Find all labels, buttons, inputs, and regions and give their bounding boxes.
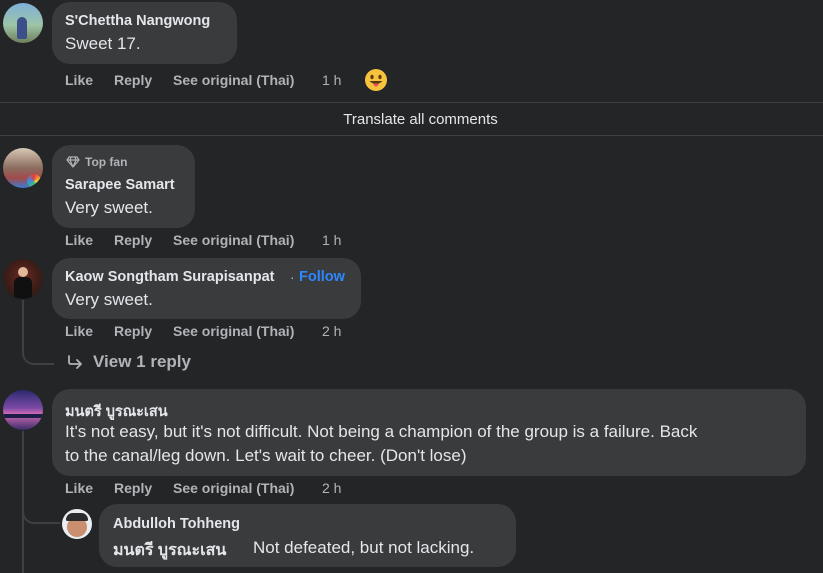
timestamp[interactable]: 1 h — [322, 232, 341, 248]
reply-button[interactable]: Reply — [114, 232, 152, 248]
avatar-figure — [17, 17, 27, 39]
comment-author[interactable]: Kaow Songtham Surapisanpat — [65, 269, 274, 285]
like-button[interactable]: Like — [65, 232, 93, 248]
reply-button[interactable]: Reply — [114, 480, 152, 496]
timestamp[interactable]: 2 h — [322, 480, 341, 496]
reply-button[interactable]: Reply — [114, 72, 152, 88]
avatar-detail — [3, 414, 43, 418]
timestamp[interactable]: 2 h — [322, 323, 341, 339]
avatar-cap — [66, 513, 88, 521]
diamond-icon — [66, 155, 80, 168]
thread-connector — [22, 345, 54, 365]
like-button[interactable]: Like — [65, 480, 93, 496]
avatar[interactable] — [62, 509, 92, 539]
see-original-button[interactable]: See original (Thai) — [173, 480, 294, 496]
thread-line — [22, 300, 24, 350]
see-original-button[interactable]: See original (Thai) — [173, 232, 294, 248]
comment-bubble — [52, 2, 237, 64]
avatar[interactable] — [3, 3, 43, 43]
avatar-figure — [18, 267, 28, 277]
comment-author[interactable]: มนตรี บูรณะเสน — [65, 400, 168, 423]
comment-text-line-2: to the canal/leg down. Let's wait to che… — [65, 446, 467, 465]
like-button[interactable]: Like — [65, 323, 93, 339]
comment-text-line-1: It's not easy, but it's not difficult. N… — [65, 422, 698, 441]
avatar[interactable] — [3, 148, 43, 188]
reply-button[interactable]: Reply — [114, 323, 152, 339]
comment-author[interactable]: Sarapee Samart — [65, 177, 175, 193]
see-original-button[interactable]: See original (Thai) — [173, 323, 294, 339]
comment-text: Sweet 17. — [65, 34, 141, 53]
avatar-detail — [27, 174, 41, 188]
view-replies-label: View 1 reply — [93, 352, 191, 371]
reply-connector — [22, 500, 60, 524]
reply-author[interactable]: Abdulloh Tohheng — [113, 516, 240, 532]
divider — [0, 135, 823, 136]
avatar-figure-body — [14, 277, 32, 299]
reply-text: Not defeated, but not lacking. — [253, 538, 475, 557]
comment-text: Very sweet. — [65, 198, 153, 217]
follow-button[interactable]: Follow — [299, 269, 345, 285]
timestamp[interactable]: 1 h — [322, 72, 341, 88]
reply-arrow-icon — [66, 354, 84, 370]
comment-text: Very sweet. — [65, 290, 153, 309]
see-original-button[interactable]: See original (Thai) — [173, 72, 294, 88]
reply-mention[interactable]: มนตรี บูรณะเสน — [113, 538, 226, 563]
avatar[interactable] — [3, 390, 43, 430]
comment-author[interactable]: S'Chettha Nangwong — [65, 13, 210, 29]
like-button[interactable]: Like — [65, 72, 93, 88]
avatar[interactable] — [3, 259, 43, 299]
separator-dot: · — [290, 269, 295, 285]
translate-all-comments-button[interactable]: Translate all comments — [0, 111, 823, 128]
grinning-tongue-emoji-icon[interactable] — [364, 68, 388, 92]
top-fan-badge: Top fan — [85, 155, 128, 169]
divider — [0, 102, 823, 103]
